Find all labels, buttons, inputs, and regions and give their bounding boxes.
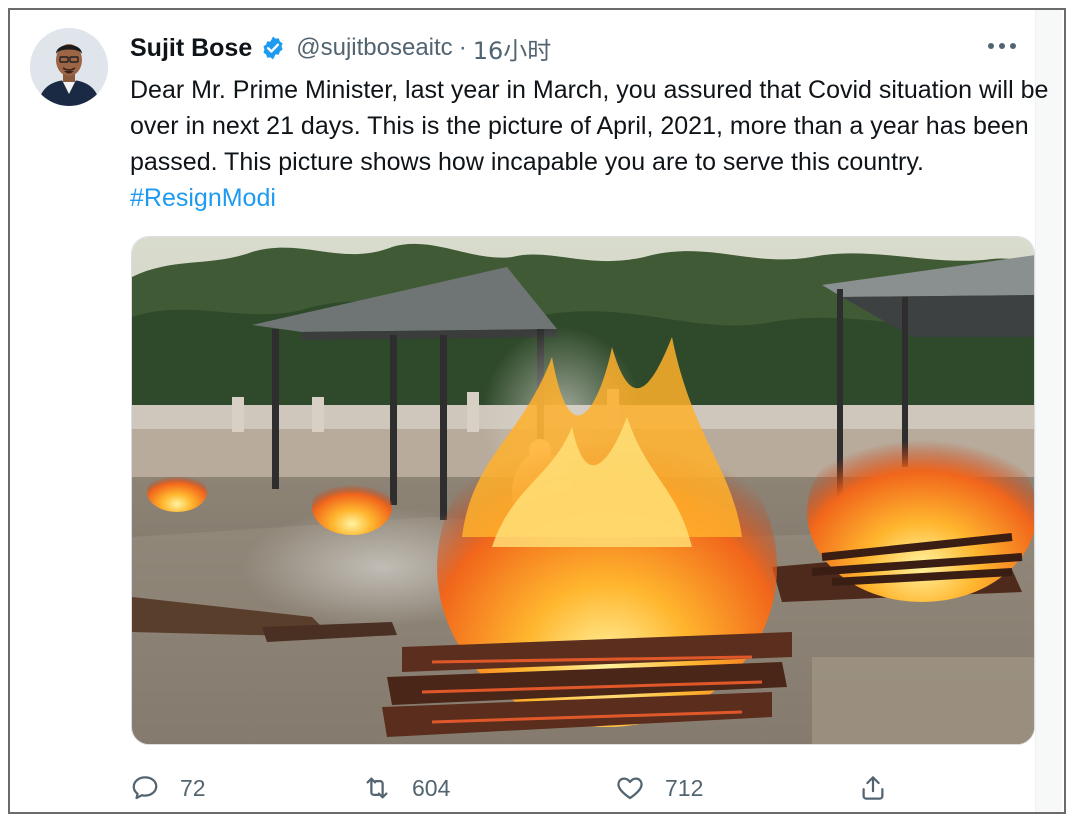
like-count: 712 xyxy=(665,774,704,801)
like-button[interactable]: 712 xyxy=(615,768,703,808)
share-icon xyxy=(862,776,884,800)
reply-icon xyxy=(132,776,158,800)
share-button[interactable] xyxy=(858,768,888,808)
retweet-button[interactable]: 604 xyxy=(362,768,450,808)
author-handle[interactable]: @sujitboseaitc xyxy=(296,34,452,62)
photo-image xyxy=(132,237,1034,744)
tweet-text-main: Dear Mr. Prime Minister, last year in Ma… xyxy=(130,76,1049,176)
tweet-timestamp[interactable]: 16小时 xyxy=(473,31,552,66)
tweet-actions: 72 604 712 xyxy=(130,768,1050,808)
hashtag-link[interactable]: #ResignModi xyxy=(130,184,276,212)
reply-button[interactable]: 72 xyxy=(130,768,206,808)
separator-dot: · xyxy=(458,34,467,61)
more-options-icon[interactable] xyxy=(984,34,1020,58)
reply-count: 72 xyxy=(180,774,206,801)
tweet-card: Sujit Bose @sujitboseaitc · 16小时 Dear Mr… xyxy=(8,8,1066,814)
heart-icon xyxy=(617,777,643,800)
tweet-photo[interactable] xyxy=(131,236,1035,745)
retweet-icon xyxy=(366,777,388,799)
verified-badge-icon xyxy=(260,35,286,61)
avatar[interactable] xyxy=(30,28,108,106)
author-name[interactable]: Sujit Bose xyxy=(130,34,252,63)
tweet-header: Sujit Bose @sujitboseaitc · 16小时 xyxy=(130,31,552,66)
tweet-text: Dear Mr. Prime Minister, last year in Ma… xyxy=(130,72,1050,216)
retweet-count: 604 xyxy=(412,774,451,801)
